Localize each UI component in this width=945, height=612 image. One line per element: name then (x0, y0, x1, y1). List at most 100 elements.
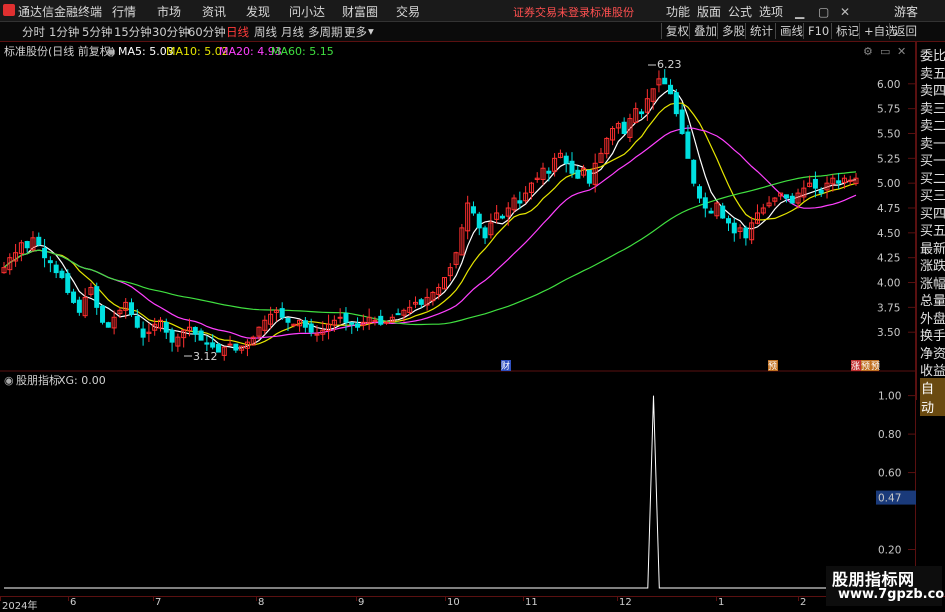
tf-daily[interactable]: 日线 (226, 24, 249, 40)
menu-news[interactable]: 资讯 (202, 3, 226, 20)
candle-body (192, 326, 198, 335)
side-panel-item-8[interactable]: 买三 (920, 185, 945, 204)
ma60-label: MA60: 5.15 (271, 45, 334, 58)
menu-discover[interactable]: 发现 (246, 3, 270, 20)
candle-body (482, 227, 488, 239)
indicator-settings-icon[interactable]: ◉ (4, 374, 14, 387)
side-panel-item-13[interactable]: 涨幅 (920, 273, 945, 292)
side-panel-item-9[interactable]: 买四 (920, 203, 945, 222)
menu-trade[interactable]: 交易 (396, 3, 420, 20)
user-label[interactable]: 游客 (894, 3, 918, 20)
date-label: 2024年 (2, 601, 38, 612)
tf-60min[interactable]: 60分钟 (188, 24, 226, 40)
price-tick-label: 3.50 (877, 327, 900, 339)
candle-body (783, 194, 789, 199)
indicator-tick-label: 0.47 (878, 493, 901, 505)
candle-body (47, 260, 53, 264)
side-panel-item-7[interactable]: 买二 (920, 168, 945, 187)
candle-body (24, 241, 30, 249)
tf-30min[interactable]: 30分钟 (152, 24, 190, 40)
stats-button[interactable]: 统计 (745, 23, 777, 39)
candle-body (36, 236, 42, 246)
menu-market[interactable]: 市场 (157, 3, 181, 20)
ma-settings-icon[interactable]: ◉ (106, 45, 116, 58)
side-panel-item-3[interactable]: 卖三 (920, 98, 945, 117)
side-panel-item-18[interactable]: 收益 (920, 360, 945, 379)
side-panel-item-1[interactable]: 卖五 (920, 63, 945, 82)
side-panel-item-19[interactable]: 自动 (920, 377, 945, 416)
tf-1min[interactable]: 1分钟 (49, 24, 79, 40)
tf-multi[interactable]: 多周期 (308, 24, 343, 40)
side-panel-item-11[interactable]: 最新 (920, 238, 945, 257)
close-panel-icon[interactable]: ✕ (897, 45, 906, 58)
menu-quotes[interactable]: 行情 (112, 3, 136, 20)
tf-5min[interactable]: 5分钟 (82, 24, 112, 40)
tf-more[interactable]: 更多 (344, 24, 367, 40)
f10-button[interactable]: F10 (803, 23, 833, 39)
menu-function[interactable]: 功能 (666, 3, 690, 20)
date-tick-mark (256, 597, 257, 601)
candle-body (42, 247, 48, 259)
indicator-chart[interactable]: 0.20 0.47 0.60 0.80 1.00 ◉ 股朋指标 XG: 0.00 (0, 372, 916, 596)
date-tick-mark (716, 597, 717, 601)
tf-intraday[interactable]: 分时 (22, 24, 45, 40)
candle-body (355, 323, 361, 328)
close-icon[interactable]: ✕ (840, 5, 850, 19)
price-tick-label: 5.75 (877, 104, 900, 116)
price-tick-label: 5.50 (877, 128, 900, 140)
candle-body (384, 321, 390, 324)
tf-monthly[interactable]: 月线 (281, 24, 304, 40)
candle-body (725, 218, 731, 224)
menu-options[interactable]: 选项 (759, 3, 783, 20)
indicator-tick-label: 0.60 (878, 468, 901, 480)
side-panel-item-4[interactable]: 卖二 (920, 115, 945, 134)
candle-body (697, 186, 703, 199)
candle-body (169, 329, 175, 343)
side-panel-item-6[interactable]: 买一 (920, 150, 945, 169)
menu-ask[interactable]: 问小达 (289, 3, 325, 20)
candle-body (812, 178, 818, 189)
candle-body (279, 308, 285, 318)
candle-body (65, 273, 71, 293)
menu-layout[interactable]: 版面 (697, 3, 721, 20)
low-price-label: 3.12 (193, 350, 218, 363)
side-panel-item-16[interactable]: 换手 (920, 325, 945, 344)
candle-body (668, 84, 674, 95)
settings-gear-icon[interactable]: ⚙ (863, 45, 873, 58)
menu-formula[interactable]: 公式 (728, 3, 752, 20)
candle-body (499, 215, 505, 219)
quote-side-panel: 委比 卖五 卖四 卖三 卖二 卖一 买一 买二 买三 买四 买五 最新 涨跌 涨幅 总量 外盘 换手 净资 收益 自动 (916, 42, 945, 416)
side-panel-item-14[interactable]: 总量 (920, 290, 945, 309)
restore-icon[interactable]: ▢ (818, 5, 829, 19)
back-button[interactable]: 返回 (889, 23, 921, 39)
candle-body (685, 131, 691, 159)
date-tick-mark (68, 597, 69, 601)
tf-more-chevron-icon[interactable]: ▾ (368, 24, 374, 38)
side-panel-item-5[interactable]: 卖一 (920, 133, 945, 152)
watermark-url: www.7gpzb.com (838, 587, 945, 602)
price-axis: 3.50 3.75 4.00 4.25 4.50 4.75 5.00 5.25 5.50 5.75… (877, 79, 916, 339)
minimize-icon[interactable]: ▁ (795, 5, 804, 19)
candle-body (378, 315, 384, 325)
expand-icon[interactable]: ▭ (880, 45, 890, 58)
indicator-title: 股朋指标 (16, 373, 60, 387)
side-panel-item-2[interactable]: 卖四 (920, 80, 945, 99)
candle-body (100, 305, 106, 323)
side-panel-item-0[interactable]: 委比 (920, 45, 945, 64)
candle-body (731, 222, 737, 234)
side-panel-item-12[interactable]: 涨跌 (920, 255, 945, 274)
indicator-tick-label: 1.00 (878, 391, 901, 403)
side-panel-item-10[interactable]: 买五 (920, 220, 945, 239)
menu-wealth[interactable]: 财富圈 (342, 3, 378, 20)
tf-15min[interactable]: 15分钟 (114, 24, 152, 40)
indicator-line-group (4, 395, 855, 589)
tf-weekly[interactable]: 周线 (254, 24, 277, 40)
marker-forecast-2-text: 预 (861, 361, 870, 372)
candle-body (720, 205, 726, 219)
date-label: 1 (718, 597, 725, 608)
date-tick-mark (798, 597, 799, 601)
kline-chart[interactable]: 3.50 3.75 4.00 4.25 4.50 4.75 5.00 5.25 5.50 5.75… (0, 42, 916, 372)
side-panel-item-17[interactable]: 净资 (920, 343, 945, 362)
login-warning[interactable]: 证券交易未登录 (513, 4, 590, 20)
side-panel-item-15[interactable]: 外盘 (920, 308, 945, 327)
